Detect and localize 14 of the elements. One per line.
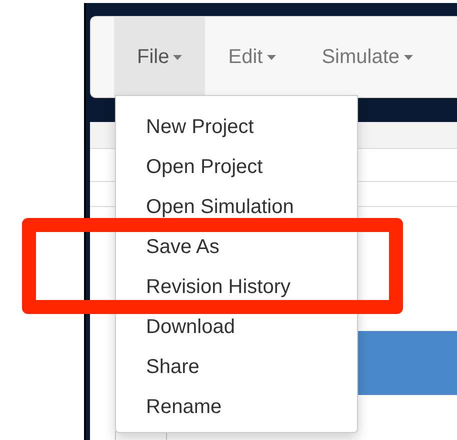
menu-item[interactable]: Open Simulation — [116, 196, 357, 218]
menu-item[interactable]: Revision History — [116, 276, 357, 298]
menu-tab[interactable]: Edit — [205, 17, 299, 97]
menu-item[interactable]: New Project — [116, 116, 357, 138]
menu-item[interactable]: Save As — [116, 236, 357, 258]
menu-item[interactable]: Rename — [116, 396, 357, 418]
menu-item[interactable]: Share — [116, 356, 357, 378]
menu-item[interactable]: Open Project — [116, 156, 357, 178]
menu-item[interactable]: Download — [116, 316, 357, 338]
caret-icon — [404, 54, 413, 60]
menu-tab[interactable]: Simulate — [298, 17, 436, 97]
menu-tab[interactable]: File — [114, 17, 206, 97]
caret-icon — [173, 54, 182, 60]
caret-icon — [266, 54, 276, 60]
